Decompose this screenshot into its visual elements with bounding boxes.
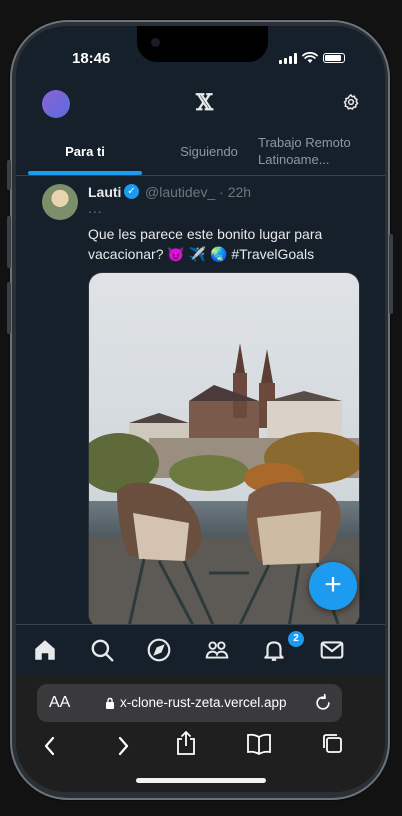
dynamic-island — [137, 26, 268, 62]
bottom-nav: 2 — [16, 624, 385, 675]
more-options-icon[interactable]: ... — [88, 200, 103, 216]
gear-icon[interactable] — [342, 93, 360, 111]
tab-siguiendo[interactable]: Siguiendo — [154, 127, 264, 175]
action-button — [7, 160, 11, 190]
status-time: 18:46 — [72, 50, 111, 67]
x-logo: 𝕏 — [196, 90, 214, 116]
tweet-author-avatar[interactable] — [42, 184, 78, 220]
lock-icon — [106, 697, 114, 709]
search-icon[interactable] — [89, 637, 115, 663]
tweet-text: Que les parece este bonito lugar para va… — [88, 226, 323, 262]
communities-icon[interactable] — [204, 637, 230, 663]
timeline-tabs: Para ti Siguiendo Trabajo Remoto Latinoa… — [16, 127, 385, 176]
tab-para-ti[interactable]: Para ti — [16, 127, 154, 175]
tweet-handle-time[interactable]: @lautidev_ · 22h — [145, 184, 251, 200]
url-text: x-clone-rust-zeta.vercel.app — [120, 695, 287, 710]
home-indicator — [136, 778, 266, 783]
compose-button[interactable]: + — [309, 562, 357, 610]
user-avatar[interactable] — [42, 90, 70, 118]
phone-screen: 18:46 𝕏 Para ti Siguiendo Trabajo Remoto… — [16, 26, 385, 792]
tab-trabajo-remoto[interactable]: Trabajo Remoto Latinoame... — [258, 127, 378, 175]
address-bar[interactable]: AA x-clone-rust-zeta.vercel.app — [37, 684, 342, 722]
browser-toolbar: AA x-clone-rust-zeta.vercel.app — [16, 674, 385, 792]
status-icons — [279, 52, 345, 64]
tweet-author-name[interactable]: Lauti — [88, 184, 121, 200]
text-size-button[interactable]: AA — [49, 694, 70, 712]
reload-icon[interactable] — [313, 693, 333, 713]
tabs-icon[interactable] — [321, 732, 345, 756]
share-icon[interactable] — [174, 730, 198, 756]
wifi-icon — [302, 52, 318, 63]
forward-icon[interactable] — [113, 734, 133, 758]
back-icon[interactable] — [40, 734, 60, 758]
battery-icon — [323, 53, 345, 63]
active-tab-indicator — [28, 171, 142, 175]
volume-down-button — [7, 282, 11, 334]
home-icon[interactable] — [32, 637, 58, 663]
notification-badge: 2 — [288, 631, 304, 647]
tab-label: Siguiendo — [180, 143, 238, 159]
url-display[interactable]: x-clone-rust-zeta.vercel.app — [105, 695, 287, 710]
bookmarks-icon[interactable] — [246, 732, 272, 756]
volume-up-button — [7, 216, 11, 268]
tab-label-line1: Trabajo Remoto — [258, 135, 351, 150]
tab-label: Para ti — [65, 143, 105, 159]
signal-icon — [279, 52, 297, 64]
tweet[interactable]: Lauti ✓ @lautidev_ · 22h ... Que les par… — [16, 176, 385, 628]
tab-label-line2: Latinoame... — [258, 152, 330, 167]
messages-icon[interactable] — [319, 637, 345, 663]
top-bar: 𝕏 — [16, 84, 385, 130]
verified-badge-icon: ✓ — [124, 184, 139, 199]
explore-icon[interactable] — [146, 637, 172, 663]
notifications-icon[interactable] — [261, 637, 287, 663]
power-button — [389, 234, 393, 314]
